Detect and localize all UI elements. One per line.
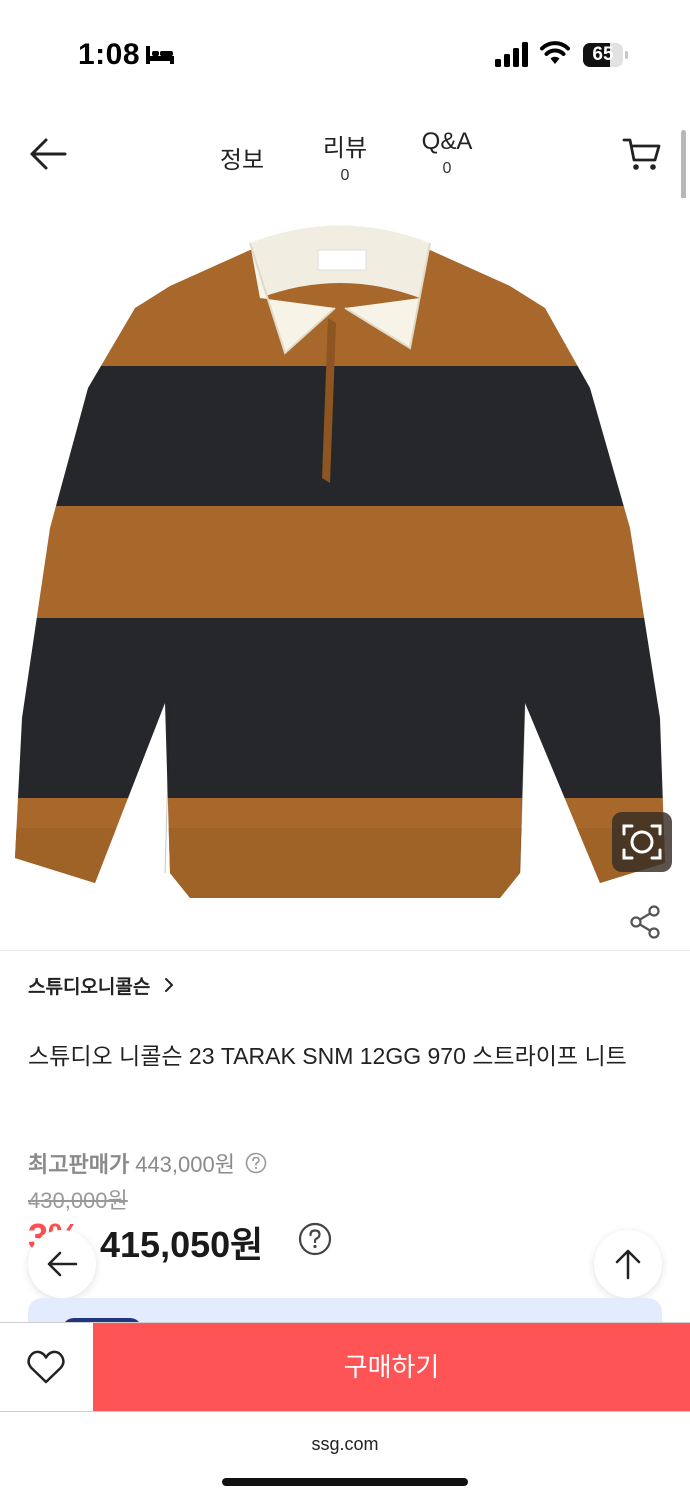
tab-info-label: 정보 (219, 147, 265, 174)
divider (0, 950, 690, 951)
wishlist-button[interactable] (0, 1323, 93, 1411)
tab-review[interactable]: 리뷰 0 (310, 128, 380, 185)
home-indicator (222, 1478, 468, 1486)
wifi-icon (540, 41, 570, 64)
scroll-to-top-button[interactable] (594, 1230, 662, 1298)
chevron-right-icon (165, 978, 174, 992)
battery-level: 65 (592, 44, 614, 65)
tab-qna-label: Q&A (421, 128, 473, 155)
top-price-label: 최고판매가 (28, 1152, 130, 1177)
buy-button[interactable]: 구매하기 (93, 1323, 690, 1411)
product-title: 스튜디오 니콜슨 23 TARAK SNM 12GG 970 스트라이프 니트 (28, 1043, 627, 1069)
help-icon[interactable] (298, 1222, 332, 1256)
top-price-value: 443,000원 (135, 1152, 235, 1177)
cart-icon[interactable] (622, 136, 662, 172)
visual-search-icon (622, 824, 662, 860)
back-arrow-icon (47, 1251, 78, 1277)
tab-review-label: 리뷰 (322, 135, 368, 162)
status-time: 1:08 (78, 38, 141, 71)
qna-count: 0 (442, 160, 452, 177)
visual-search-button[interactable] (612, 812, 672, 872)
tab-info[interactable]: 정보 (212, 140, 272, 175)
status-bar: 1:08 65 (0, 0, 690, 110)
top-price-row: 최고판매가 443,000원 (28, 1148, 267, 1178)
bottom-action-bar: 구매하기 (0, 1322, 690, 1412)
back-arrow-icon[interactable] (28, 136, 68, 172)
product-image[interactable] (0, 198, 690, 898)
browser-url-bar[interactable]: ssg.com (0, 1412, 690, 1500)
floating-back-button[interactable] (28, 1230, 96, 1298)
sale-price: 415,050원 (100, 1224, 264, 1265)
brand-link[interactable]: 스튜디오니콜슨 (28, 972, 176, 998)
share-icon[interactable] (628, 904, 662, 940)
arrow-up-icon (615, 1249, 641, 1280)
brand-name: 스튜디오니콜슨 (28, 976, 151, 998)
original-price: 430,000원 (28, 1188, 128, 1213)
review-count: 0 (340, 167, 350, 184)
sweater-illustration (15, 225, 665, 898)
url-text: ssg.com (311, 1434, 379, 1454)
signal-icon (495, 42, 528, 67)
heart-icon (27, 1350, 65, 1384)
product-header: 정보 리뷰 0 Q&A 0 (0, 110, 690, 198)
tab-qna[interactable]: Q&A 0 (410, 128, 484, 178)
bed-icon (146, 46, 174, 64)
help-icon[interactable] (245, 1152, 267, 1174)
